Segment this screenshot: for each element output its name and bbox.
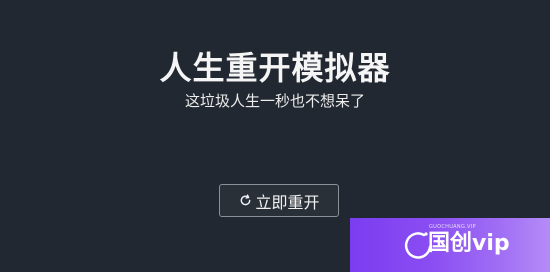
restart-button[interactable]: 立即重开 xyxy=(219,184,339,217)
watermark-brand: 国创vip xyxy=(428,231,510,256)
app-subtitle: 这垃圾人生一秒也不想呆了 xyxy=(184,92,365,110)
app-title: 人生重开模拟器 xyxy=(159,49,391,87)
watermark-badge: GUOCHUANG.VIP 国创vip xyxy=(350,218,550,272)
refresh-icon xyxy=(238,194,252,208)
restart-button-label: 立即重开 xyxy=(255,192,320,212)
